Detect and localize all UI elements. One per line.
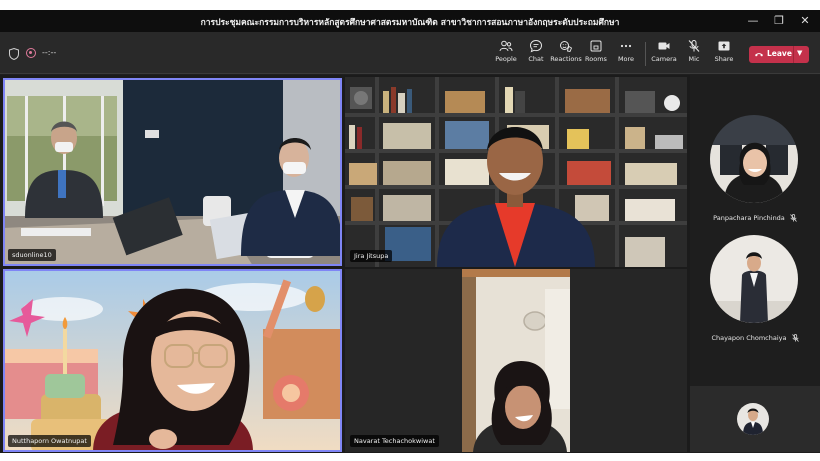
share-button[interactable]: Share [707,36,741,70]
participant-name: sduonline10 [8,249,56,261]
camera-icon [658,42,670,50]
participant-label: Chayapon Chomchaiya [690,334,820,342]
camera-label: Camera [651,55,677,63]
participant-name: Nutthaporn Owatnupat [8,435,91,447]
meeting-toolbar: --:-- People Chat Reactions Rooms More C… [0,32,820,74]
recording-icon [26,48,36,58]
mic-off-icon [790,214,797,222]
video-feed [3,78,342,266]
reactions-icon [560,41,573,53]
video-tile-navarat-techachokwiwat[interactable]: Navarat Techachokwiwat [345,269,687,452]
meeting-timer: --:-- [42,48,57,57]
chevron-down-icon[interactable]: ▼ [797,49,802,57]
participant-label: Panpachara Pinchinda [690,214,820,222]
video-tile-nutthaporn-owatnupat[interactable]: Nutthaporn Owatnupat [3,269,342,452]
video-feed [3,269,342,452]
participant-avatar[interactable] [710,235,798,323]
participant-name: Chayapon Chomchaiya [711,334,787,342]
self-view-tile[interactable] [690,386,820,452]
video-tile-jira-jitsupa[interactable]: Jira Jitsupa [345,77,687,267]
more-icon [620,44,632,48]
minimize-button[interactable]: — [745,13,761,29]
mic-off-icon [791,334,799,342]
close-button[interactable]: ✕ [797,13,813,29]
video-tile-sduonline10[interactable]: sduonline10 [3,78,342,266]
people-label: People [495,55,517,63]
toolbar-divider [645,42,646,66]
self-avatar [737,403,769,435]
mic-off-icon [688,40,700,52]
meeting-title: การประชุมคณะกรรมการบริหารหลักสูตรศึกษาศา… [200,18,620,28]
rooms-label: Rooms [585,55,607,63]
share-icon [718,41,730,51]
participant-name: Navarat Techachokwiwat [350,435,439,447]
people-icon [499,40,513,52]
mic-button[interactable]: Mic [677,36,711,70]
teams-meeting-window: การประชุมคณะกรรมการบริหารหลักสูตรศึกษาศา… [0,10,820,453]
reactions-button[interactable]: Reactions [549,36,583,70]
more-label: More [617,55,635,63]
rooms-button[interactable]: Rooms [579,36,613,70]
participant-avatar[interactable] [710,115,798,203]
leave-button[interactable]: Leave ▼ [749,46,809,63]
video-feed [345,77,687,267]
phone-hangup-icon [755,53,763,57]
camera-button[interactable]: Camera [647,36,681,70]
video-stage: sduonline10 Jira Jitsupa Nutthaporn Owat… [0,75,820,453]
maximize-button[interactable]: ❐ [771,13,787,29]
chat-label: Chat [528,55,544,63]
people-button[interactable]: People [489,36,523,70]
mic-label: Mic [688,55,700,63]
rooms-icon [590,40,602,52]
shield-icon [9,48,19,60]
share-label: Share [714,55,734,63]
more-button[interactable]: More [609,36,643,70]
participant-name: Jira Jitsupa [350,250,393,262]
reactions-label: Reactions [550,55,582,63]
chat-icon [529,39,543,53]
chat-button[interactable]: Chat [519,36,553,70]
title-bar: การประชุมคณะกรรมการบริหารหลักสูตรศึกษาศา… [0,10,820,32]
participant-name: Panpachara Pinchinda [713,214,785,222]
leave-label: Leave [767,49,792,58]
participant-gallery: Panpachara Pinchinda Chayapon Chomchaiya [690,75,820,453]
video-feed [462,269,570,452]
